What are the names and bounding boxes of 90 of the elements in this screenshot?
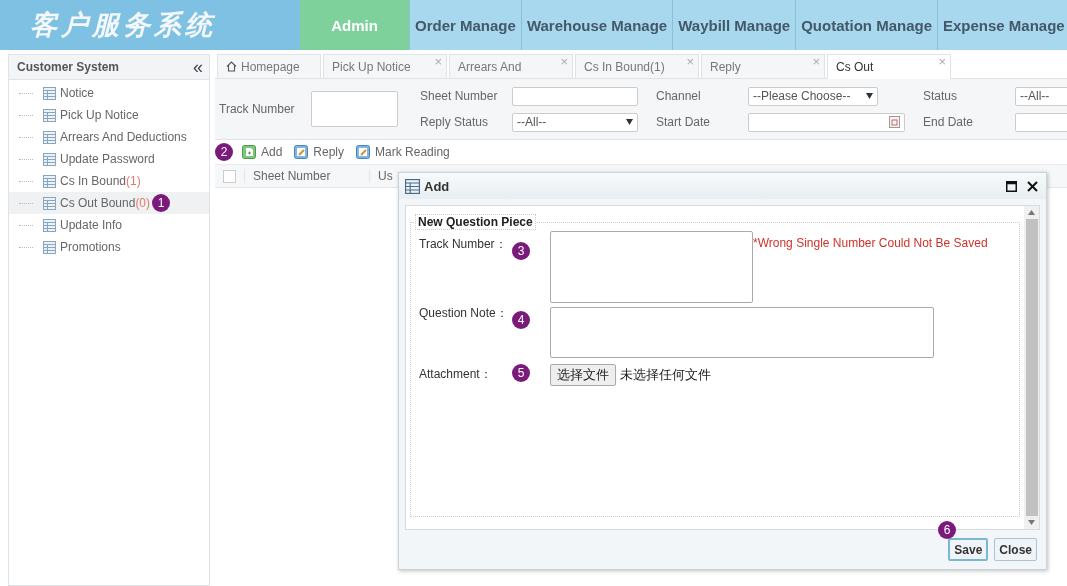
close-icon[interactable] — [1027, 180, 1038, 192]
table-icon — [43, 174, 56, 188]
calendar-icon[interactable] — [889, 116, 900, 128]
start-date-field[interactable] — [748, 112, 905, 132]
system-logo: 客户服务系统 — [0, 0, 300, 50]
field-label: Sheet Number — [419, 87, 498, 105]
toolbar-button[interactable]: Mark Reading — [353, 145, 453, 159]
edit-icon — [294, 145, 309, 159]
table-icon — [43, 240, 56, 254]
annotation-badge: 1 — [152, 194, 171, 212]
sheet-number-field[interactable] — [512, 86, 638, 106]
field-label: Track Number： — [419, 236, 508, 253]
home-icon — [226, 61, 237, 72]
tab[interactable]: Homepage — [217, 54, 321, 78]
field-label: Attachment： — [419, 366, 493, 383]
sidebar-item[interactable]: Arrears And Deductions — [9, 126, 209, 148]
field-label: Status — [922, 87, 959, 105]
track-number-field[interactable] — [550, 231, 753, 303]
tab[interactable]: Pick Up Notice × — [323, 54, 447, 78]
annotation-badge: 3 — [512, 242, 530, 260]
fieldset-legend: New Question Piece — [415, 214, 536, 230]
field-label: Reply Status — [419, 113, 490, 131]
sidebar-item[interactable]: Cs Out Bound(0) 1 — [9, 192, 209, 214]
tab[interactable]: Reply × — [701, 54, 825, 78]
annotation-badge: 6 — [938, 521, 956, 539]
sidebar-item[interactable]: Pick Up Notice — [9, 104, 209, 126]
field-label: End Date — [922, 113, 975, 131]
table-icon — [43, 108, 56, 122]
table-icon — [43, 196, 56, 210]
field-label: Channel — [655, 87, 702, 105]
close-button[interactable]: Close — [994, 538, 1037, 561]
error-message: *Wrong Single Number Could Not Be Saved — [753, 236, 988, 250]
reply-status-select[interactable]: --All-- — [512, 112, 638, 132]
sidebar-title: Customer System — [17, 60, 120, 74]
tab-label: Arrears And — [458, 59, 522, 74]
file-status: 未选择任何文件 — [620, 366, 711, 384]
tab[interactable]: Cs In Bound(1) × — [575, 54, 699, 78]
toolbar-button[interactable]: Reply — [291, 145, 348, 159]
edit-icon — [356, 145, 371, 159]
add-icon — [242, 145, 256, 159]
channel-select[interactable]: --Please Choose-- — [748, 86, 878, 106]
scrollbar[interactable] — [1024, 206, 1039, 529]
sidebar-item-label: Arrears And Deductions — [60, 130, 187, 144]
table-icon — [405, 178, 420, 194]
sidebar-item[interactable]: Promotions — [9, 236, 209, 258]
sidebar-item[interactable]: Cs In Bound(1) — [9, 170, 209, 192]
sidebar-item-label: Update Info — [60, 218, 123, 232]
item-count: (0) — [135, 196, 151, 210]
choose-file-button[interactable]: 选择文件 — [550, 364, 616, 386]
sidebar-item[interactable]: Update Password — [9, 148, 209, 170]
sidebar-item[interactable]: Update Info — [9, 214, 209, 236]
table-icon — [43, 130, 56, 144]
save-button[interactable]: Save — [948, 538, 989, 561]
field-label: Start Date — [655, 113, 712, 131]
table-icon — [43, 152, 56, 166]
field-label: Track Number — [218, 102, 296, 116]
annotation-badge: 2 — [215, 143, 233, 161]
maximize-icon[interactable] — [1006, 180, 1017, 192]
status-select[interactable]: --All-- — [1015, 86, 1067, 106]
sidebar-item-label: Pick Up Notice — [60, 108, 139, 122]
sidebar-item-label: Update Password — [60, 152, 155, 166]
table-icon — [43, 86, 56, 100]
tab-label: Cs In Bound(1) — [584, 59, 665, 74]
dropdown-arrow-icon[interactable] — [626, 119, 633, 125]
item-count: (1) — [126, 174, 141, 188]
question-note-field[interactable] — [550, 307, 934, 358]
sidebar-item-label: Cs Out Bound — [60, 196, 136, 210]
table-icon — [43, 218, 56, 232]
tab-label: Reply — [710, 59, 741, 74]
sidebar-item[interactable]: Notice — [9, 82, 209, 104]
tab-label: Pick Up Notice — [332, 59, 411, 74]
toolbar-button[interactable]: Add — [239, 145, 286, 159]
track-number-field[interactable] — [311, 91, 398, 127]
sidebar-item-label: Promotions — [60, 240, 121, 254]
collapse-button[interactable]: « — [193, 58, 203, 76]
annotation-badge: 4 — [512, 311, 530, 329]
column-header: Sheet Number — [244, 169, 369, 183]
sidebar-item-label: Cs In Bound — [60, 174, 127, 188]
annotation-badge: 5 — [512, 364, 530, 382]
tab[interactable]: Cs Out × — [827, 54, 951, 79]
tab-label: Homepage — [241, 59, 300, 74]
scroll-down-icon[interactable] — [1028, 520, 1035, 525]
select-all-checkbox[interactable] — [223, 169, 236, 183]
dropdown-arrow-icon[interactable] — [866, 93, 873, 99]
tab[interactable]: Arrears And × — [449, 54, 573, 78]
scroll-up-icon[interactable] — [1028, 210, 1035, 215]
field-label: Question Note： — [419, 305, 509, 322]
sidebar-item-label: Notice — [60, 86, 94, 100]
end-date-field[interactable] — [1015, 112, 1067, 132]
tab-label: Cs Out — [836, 60, 874, 74]
